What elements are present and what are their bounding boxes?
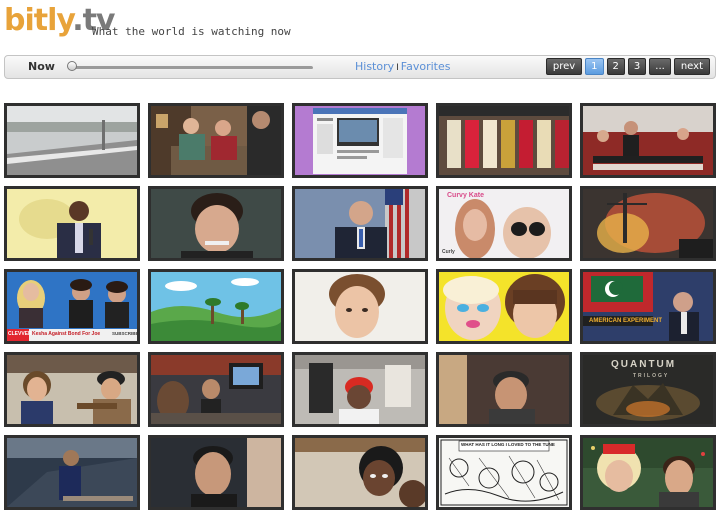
thumbnail-banner-text: Kesha Against Bond For Joe — [32, 331, 101, 337]
timeline-slider-track[interactable] — [73, 66, 313, 70]
video-thumbnail-11[interactable]: CLEVVER Kesha Against Bond For Joe SUBSC… — [4, 269, 140, 344]
thumbnail-corner-label: Curly — [442, 249, 455, 255]
video-thumbnail-2[interactable] — [148, 103, 284, 178]
video-thumbnail-8[interactable] — [292, 186, 428, 261]
more-pages-button[interactable]: ... — [649, 58, 671, 75]
thumbnail-tag-text: SUBSCRIBE — [112, 331, 139, 336]
page-1-button[interactable]: 1 — [585, 58, 604, 75]
video-thumbnail-14[interactable] — [436, 269, 572, 344]
video-thumbnail-18[interactable] — [292, 352, 428, 427]
video-thumbnail-1[interactable] — [4, 103, 140, 178]
video-thumbnail-25[interactable] — [580, 435, 716, 510]
logo-bitly: bitly — [4, 3, 73, 38]
next-page-button[interactable]: next — [673, 58, 710, 75]
prev-page-button[interactable]: prev — [545, 58, 583, 75]
video-thumbnail-19[interactable] — [436, 352, 572, 427]
video-thumbnail-24[interactable]: WHAT HAS IT LONG I LOVED TO THE TUNE — [436, 435, 572, 510]
thumbnail-title: QUANTUM — [611, 359, 677, 370]
now-label: Now — [28, 60, 55, 73]
timeline-toolbar: Now History I Favorites prev 1 2 3 ... nex… — [4, 55, 716, 79]
tagline: What the world is watching now — [92, 25, 291, 38]
video-thumbnail-12[interactable] — [148, 269, 284, 344]
video-thumbnail-21[interactable] — [4, 435, 140, 510]
thumbnail-subtitle: TRILOGY — [633, 373, 670, 379]
video-thumbnail-22[interactable] — [148, 435, 284, 510]
video-thumbnail-5[interactable] — [580, 103, 716, 178]
header: bitly.tv What the world is watching now — [0, 0, 720, 50]
video-thumbnail-6[interactable] — [4, 186, 140, 261]
view-links: History I Favorites — [355, 60, 451, 73]
video-thumbnail-4[interactable] — [436, 103, 572, 178]
favorites-link[interactable]: Favorites — [401, 60, 451, 73]
link-separator: I — [396, 63, 399, 73]
video-thumbnail-3[interactable] — [292, 103, 428, 178]
pagination: prev 1 2 3 ... next — [545, 58, 710, 75]
video-thumbnail-10[interactable] — [580, 186, 716, 261]
video-thumbnail-13[interactable] — [292, 269, 428, 344]
video-thumbnail-23[interactable] — [292, 435, 428, 510]
video-thumbnail-20[interactable]: QUANTUM TRILOGY — [580, 352, 716, 427]
thumbnail-speech-text: WHAT HAS IT LONG I LOVED TO THE TUNE — [461, 442, 555, 447]
page-2-button[interactable]: 2 — [606, 58, 625, 75]
video-thumbnail-16[interactable] — [4, 352, 140, 427]
thumbnail-caption: AMERICAN EXPERIMENT — [589, 318, 663, 324]
video-thumbnail-9[interactable]: Curvy Kate Curly — [436, 186, 572, 261]
thumbnail-logo-text: CLEVVER — [8, 331, 32, 337]
video-thumbnail-15[interactable]: AMERICAN EXPERIMENT — [580, 269, 716, 344]
page-3-button[interactable]: 3 — [627, 58, 647, 75]
timeline-slider-handle[interactable] — [67, 61, 77, 71]
video-grid: Curvy Kate Curly CLEVVER Kesha Against B… — [4, 103, 716, 510]
video-thumbnail-17[interactable] — [148, 352, 284, 427]
thumbnail-caption: Curvy Kate — [447, 192, 484, 199]
history-link[interactable]: History — [355, 60, 394, 73]
video-thumbnail-7[interactable] — [148, 186, 284, 261]
